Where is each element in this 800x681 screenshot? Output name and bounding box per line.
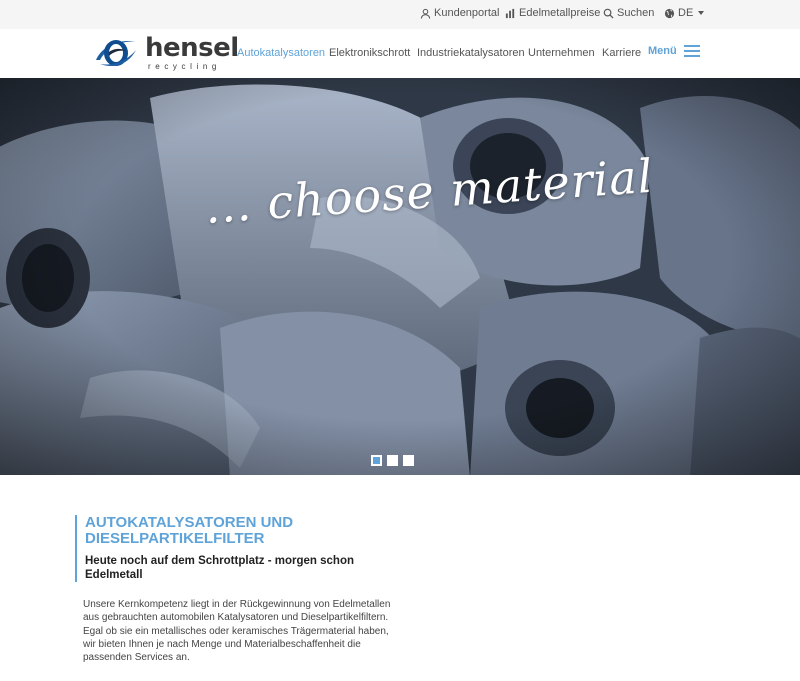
nav-karriere[interactable]: Karriere (602, 47, 641, 59)
slider-dot-1[interactable] (371, 455, 382, 466)
menu-label: Menü (648, 45, 677, 57)
nav-elektronikschrott[interactable]: Elektronikschrott (329, 47, 410, 59)
intro-text: Unsere Kernkompetenz liegt in der Rückge… (83, 599, 391, 664)
hamburger-icon (683, 45, 700, 57)
intro-heading-block: Autokatalysatoren und Dieselpartikelfilt… (75, 515, 405, 582)
search-label: Suchen (617, 7, 655, 19)
menu-button[interactable]: Menü (648, 45, 700, 57)
logo-wordmark: hensel (145, 33, 239, 63)
kundenportal-label: Kundenportal (434, 7, 500, 19)
hero-image (0, 78, 800, 475)
search-link[interactable]: Suchen (603, 7, 654, 19)
hero-slider: ... choose material (0, 78, 800, 475)
slider-dot-2[interactable] (387, 455, 398, 466)
intro-subtitle: Heute noch auf dem Schrottplatz - morgen… (85, 555, 354, 581)
logo-subline: recycling (148, 62, 221, 71)
chevron-down-icon (698, 11, 705, 15)
intro-section: Autokatalysatoren und Dieselpartikelfilt… (75, 515, 405, 664)
intro-title: Autokatalysatoren und Dieselpartikelfilt… (85, 514, 294, 547)
language-selector[interactable]: DE (664, 7, 705, 19)
utility-bar: Kundenportal Edelmetallpreise Suchen DE (0, 0, 800, 29)
logo-mark (96, 40, 136, 67)
logo[interactable]: hensel recycling (94, 33, 239, 74)
nav-industriekatalysatoren[interactable]: Industriekatalysatoren (417, 47, 525, 59)
user-icon (420, 8, 431, 19)
edelmetallpreise-label: Edelmetallpreise (519, 7, 601, 19)
nav-unternehmen[interactable]: Unternehmen (528, 47, 595, 59)
nav-autokatalysatoren[interactable]: Autokatalysatoren (237, 47, 325, 59)
globe-icon (664, 8, 675, 18)
slider-dot-3[interactable] (403, 455, 414, 466)
language-label: DE (678, 7, 694, 19)
slider-pagination (371, 455, 414, 466)
bar-chart-icon (505, 8, 515, 18)
kundenportal-link[interactable]: Kundenportal (420, 7, 499, 19)
edelmetallpreise-link[interactable]: Edelmetallpreise (505, 7, 600, 19)
main-navbar: hensel recycling Autokatalysatoren Elekt… (0, 29, 800, 78)
search-icon (603, 8, 614, 19)
